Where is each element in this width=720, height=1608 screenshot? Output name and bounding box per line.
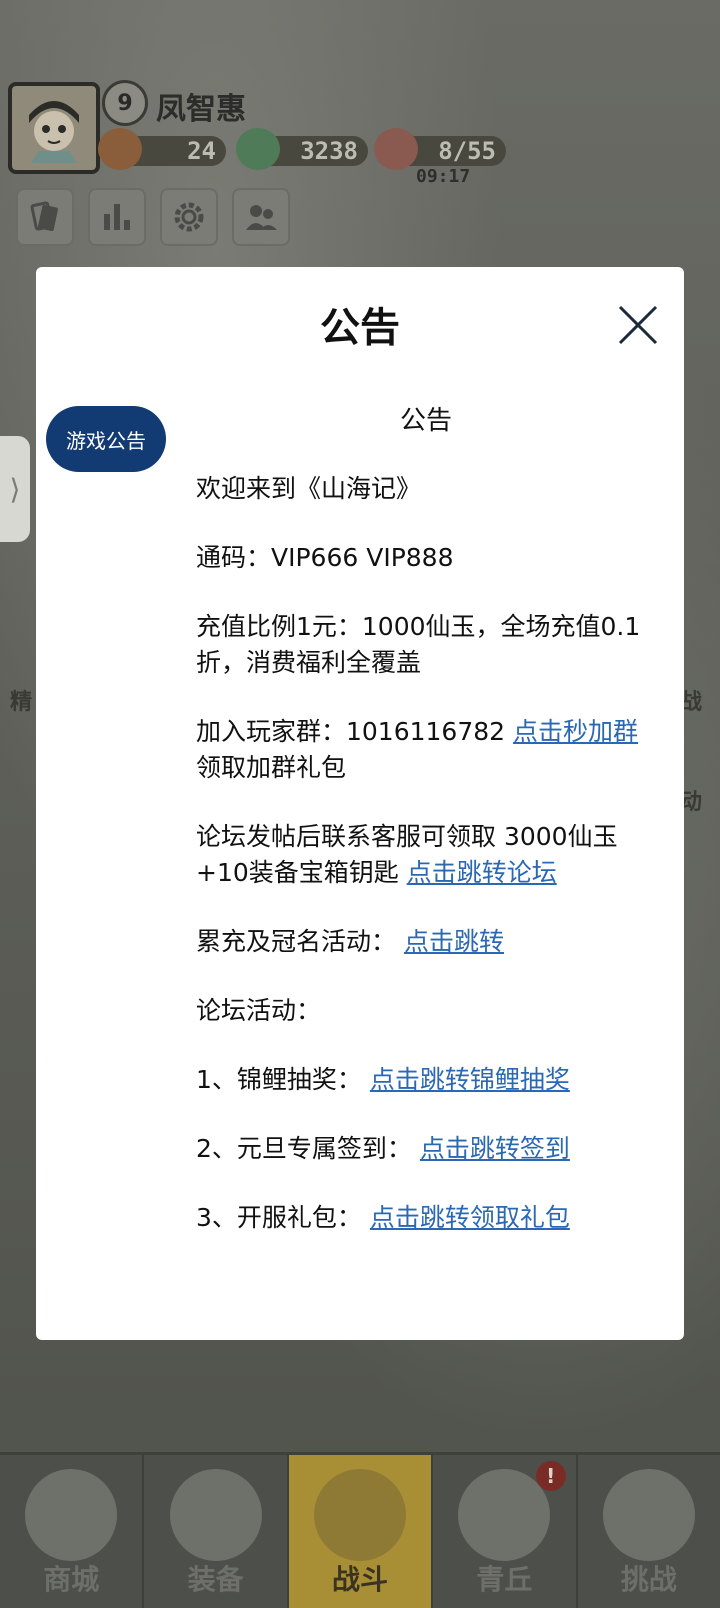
player-name: 凤智惠 xyxy=(156,92,246,127)
welcome-text: 欢迎来到《山海记》 xyxy=(196,474,422,503)
codes-text: 通码：VIP666 VIP888 xyxy=(196,543,454,572)
side-drawer-toggle[interactable]: ⟩ xyxy=(0,436,30,542)
player-info-bar: 9 凤智惠 24 3238 8/55 09:17 xyxy=(6,80,526,190)
character-portrait-icon xyxy=(19,93,89,163)
nav-equipment[interactable]: 装备 xyxy=(144,1455,289,1608)
cards-icon xyxy=(30,201,58,232)
nav-shop-label: 商城 xyxy=(43,1563,100,1596)
notice-heading: 公告 xyxy=(399,406,452,436)
activity-3-text: 3、开服礼包： xyxy=(196,1203,362,1232)
activity-2-text: 2、元旦专属签到： xyxy=(196,1134,412,1163)
activity-1: 1、锦鲤抽奖： 点击跳转锦鲤抽奖 xyxy=(196,1062,656,1098)
peach-stamina-icon[interactable] xyxy=(374,128,418,170)
group-suffix: 领取加群礼包 xyxy=(196,753,347,782)
cards-button[interactable] xyxy=(16,188,74,246)
announcement-dialog: 公告 游戏公告 公告 欢迎来到《山海记》 通码：VIP666 VIP888 充值… xyxy=(36,267,684,1340)
friends-button[interactable] xyxy=(232,188,290,246)
gift-pack-link[interactable]: 点击跳转领取礼包 xyxy=(370,1203,570,1232)
announcement-content: 公告 欢迎来到《山海记》 通码：VIP666 VIP888 充值比例1元：100… xyxy=(196,403,656,1269)
activity-3: 3、开服礼包： 点击跳转领取礼包 xyxy=(196,1200,656,1236)
activity-1-text: 1、锦鲤抽奖： xyxy=(196,1065,362,1094)
bar-chart-icon xyxy=(104,204,130,230)
koi-lottery-link[interactable]: 点击跳转锦鲤抽奖 xyxy=(370,1065,570,1094)
dialog-title: 公告 xyxy=(320,305,400,351)
activity-2: 2、元旦专属签到： 点击跳转签到 xyxy=(196,1131,656,1167)
event-paragraph: 累充及冠名活动： 点击跳转 xyxy=(196,924,656,960)
join-group-link[interactable]: 点击秒加群 xyxy=(513,717,638,746)
tab-game-announcement[interactable]: 游戏公告 xyxy=(46,406,166,472)
crossed-swords-icon xyxy=(314,1469,407,1561)
challenge-orb-icon xyxy=(602,1469,695,1561)
stamina-timer: 09:17 xyxy=(416,166,471,187)
sign-in-link[interactable]: 点击跳转签到 xyxy=(420,1134,570,1163)
alert-badge: ! xyxy=(535,1461,566,1491)
bottom-navigation: 商城 装备 战斗 ! 青丘 挑战 xyxy=(0,1452,720,1608)
player-level-badge: 9 xyxy=(102,80,148,126)
nav-battle[interactable]: 战斗 xyxy=(288,1455,434,1608)
recharge-text: 充值比例1元：1000仙玉，全场充值0.1折，消费福利全覆盖 xyxy=(196,612,641,677)
ranking-button[interactable] xyxy=(88,188,146,246)
helmet-icon xyxy=(169,1469,262,1561)
shop-icon xyxy=(25,1469,118,1561)
close-icon xyxy=(618,305,658,345)
group-text: 加入玩家群：1016116782 xyxy=(196,717,506,746)
mountain-icon xyxy=(458,1469,551,1561)
close-button[interactable] xyxy=(616,303,660,347)
nav-qingqiu-label: 青丘 xyxy=(476,1563,533,1596)
gear-icon xyxy=(174,202,204,232)
settings-button[interactable] xyxy=(160,188,218,246)
nav-challenge-label: 挑战 xyxy=(620,1563,677,1596)
event-link[interactable]: 点击跳转 xyxy=(404,927,504,956)
friends-icon xyxy=(246,205,277,230)
event-text: 累充及冠名活动： xyxy=(196,927,397,956)
forum-paragraph: 论坛发帖后联系客服可领取 3000仙玉+10装备宝箱钥匙 点击跳转论坛 xyxy=(196,819,656,891)
nav-challenge[interactable]: 挑战 xyxy=(578,1455,720,1608)
forum-link[interactable]: 点击跳转论坛 xyxy=(407,858,557,887)
nav-qingqiu[interactable]: ! 青丘 xyxy=(433,1455,578,1608)
gift-bag-icon[interactable] xyxy=(98,128,142,170)
group-paragraph: 加入玩家群：1016116782 点击秒加群 领取加群礼包 xyxy=(196,714,656,786)
nav-equipment-label: 装备 xyxy=(187,1563,244,1596)
forum-activities-heading: 论坛活动： xyxy=(196,996,322,1025)
nav-battle-label: 战斗 xyxy=(332,1563,389,1596)
bg-left-label: 精 xyxy=(10,690,33,715)
player-avatar[interactable] xyxy=(8,82,100,174)
nav-shop[interactable]: 商城 xyxy=(0,1455,145,1608)
jade-dragon-icon[interactable] xyxy=(236,128,280,170)
